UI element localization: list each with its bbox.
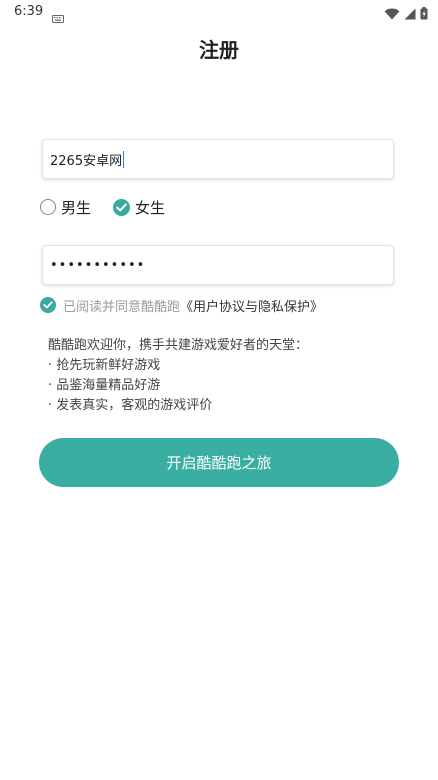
radio-female-label: 女生: [135, 198, 166, 217]
agreement-row: 已阅读并同意酷酷跑 《用户协议与隐私保护》: [40, 294, 323, 316]
start-journey-button[interactable]: 开启酷酷跑之旅: [39, 438, 399, 487]
agreement-checkbox[interactable]: [40, 297, 56, 313]
agreement-link[interactable]: 《用户协议与隐私保护》: [180, 296, 323, 315]
intro-bullet: · 发表真实，客观的游戏评价: [48, 398, 213, 413]
intro-bullet: · 品鉴海量精品好游: [48, 378, 161, 393]
text-caret: [123, 150, 125, 168]
battery-icon: [420, 5, 428, 24]
radio-checked-icon: [113, 198, 131, 216]
intro-headline: 酷酷跑欢迎你，携手共建游戏爱好者的天堂：: [48, 338, 309, 353]
status-bar: 6:39: [0, 0, 438, 24]
status-time: 6:39: [14, 4, 44, 19]
radio-male[interactable]: 男生: [40, 197, 91, 218]
wifi-icon: [384, 5, 400, 24]
intro-bullet: · 抢先玩新鲜好游戏: [48, 358, 161, 373]
radio-female[interactable]: 女生: [113, 197, 165, 218]
gender-radio-group: 男生 女生: [40, 196, 187, 218]
keyboard-icon: [52, 8, 64, 27]
radio-male-label: 男生: [61, 198, 92, 217]
username-value: 2265安卓网: [50, 153, 123, 169]
intro-text: 酷酷跑欢迎你，携手共建游戏爱好者的天堂： · 抢先玩新鲜好游戏 · 品鉴海量精品…: [48, 336, 308, 416]
agreement-text: 已阅读并同意酷酷跑: [63, 299, 181, 315]
signal-icon: [404, 5, 416, 24]
password-input[interactable]: •••••••••••: [42, 245, 394, 285]
radio-unchecked-icon: [40, 199, 56, 215]
username-input[interactable]: 2265安卓网: [42, 139, 394, 179]
page-title: 注册: [199, 38, 239, 62]
password-value: •••••••••••: [50, 257, 146, 273]
